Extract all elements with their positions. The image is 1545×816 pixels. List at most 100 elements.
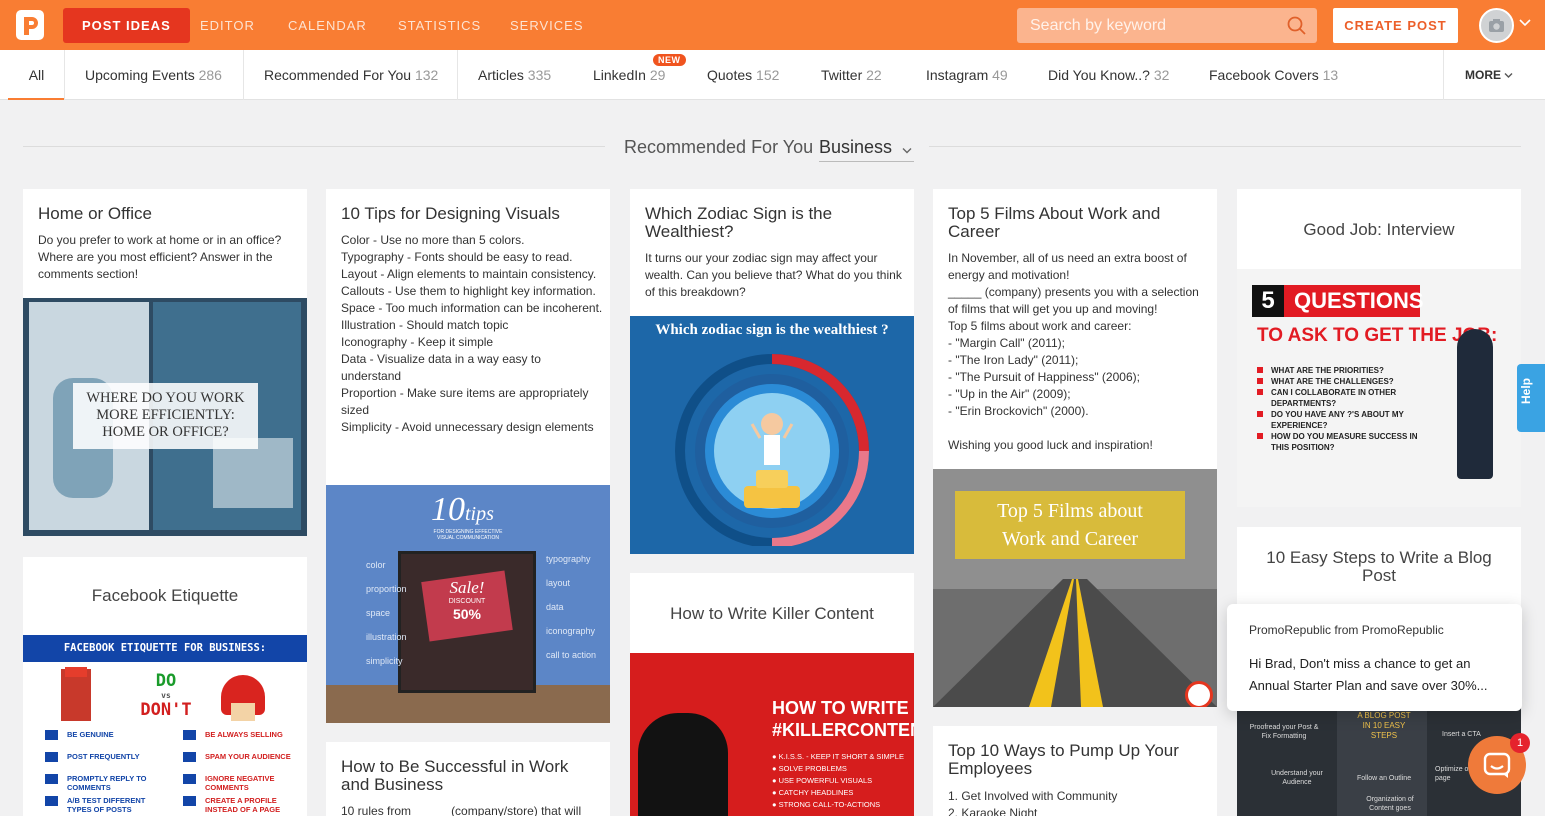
tab-quotes[interactable]: Quotes 152	[707, 50, 779, 100]
list-item: ● SOLVE PROBLEMS	[772, 764, 847, 773]
tab-recommended[interactable]: Recommended For You 132	[264, 50, 438, 100]
bullet-icon	[1257, 433, 1263, 439]
tab-count: 152	[756, 67, 780, 83]
post-card-facebook-etiquette[interactable]: Facebook Etiquette FACEBOOK ETIQUETTE FO…	[23, 557, 307, 816]
list-item: CREATE A PROFILE INSTEAD OF A PAGE	[181, 796, 305, 816]
promorepublic-logo[interactable]	[14, 8, 46, 42]
nav-calendar[interactable]: CALENDAR	[288, 8, 367, 43]
list-item-text: BE ALWAYS SELLING	[205, 730, 283, 739]
image-label: Insert a CTA	[1442, 731, 1481, 738]
thumbs-down-icon	[183, 730, 196, 740]
tab-facebook-covers[interactable]: Facebook Covers 13	[1209, 50, 1338, 100]
category-filter-dropdown[interactable]: Business	[819, 137, 915, 162]
tab-twitter[interactable]: Twitter 22	[821, 50, 882, 100]
search-input[interactable]: Search by keyword	[1017, 8, 1317, 43]
post-card-zodiac[interactable]: Which Zodiac Sign is the Wealthiest? It …	[630, 189, 914, 554]
image-label: Understand your Audience	[1271, 770, 1323, 786]
text-line: Illustration - Should match topic	[341, 318, 509, 332]
tab-count: 49	[992, 67, 1008, 83]
image-headline: A BLOG POST IN 10 EASY STEPS	[1349, 711, 1419, 741]
card-text: 1. Get Involved with Community 2. Karaok…	[948, 788, 1117, 816]
tab-articles[interactable]: Articles 335	[478, 50, 551, 100]
text-line: Typography - Fonts should be easy to rea…	[341, 250, 573, 264]
tab-label: Articles	[478, 67, 524, 83]
promorepublic-logo	[1185, 681, 1213, 707]
search-icon[interactable]	[1287, 16, 1307, 36]
road-graphic	[933, 579, 1217, 707]
list-item-text: DO YOU HAVE ANY ?'S ABOUT MY EXPERIENCE?	[1271, 410, 1404, 430]
image-label: iconography	[546, 626, 596, 636]
chevron-down-icon	[1504, 73, 1513, 78]
avatar[interactable]	[1479, 8, 1514, 43]
post-image: HOW TO WRITE#KILLERCONTENT ● K.I.S.S. - …	[630, 653, 914, 816]
list-item: ● STRONG CALL-TO-ACTIONS	[772, 800, 881, 809]
text-line: Simplicity - Avoid unnecessary design el…	[341, 420, 594, 434]
tab-label: Instagram	[926, 67, 989, 83]
zodiac-wheel-graphic	[675, 354, 869, 546]
chat-icon	[1483, 752, 1511, 778]
text-line: 1. Get Involved with Community	[948, 789, 1118, 803]
headline-line: A BLOG POST	[1357, 711, 1411, 720]
nav-statistics[interactable]: STATISTICS	[398, 8, 481, 43]
post-card-design-tips[interactable]: 10 Tips for Designing Visuals Color - Us…	[326, 189, 610, 723]
text-line: Iconography - Keep it simple	[341, 335, 494, 349]
post-card-killer-content[interactable]: How to Write Killer Content HOW TO WRITE…	[630, 573, 914, 816]
tab-divider	[457, 50, 458, 100]
list-item: WHAT ARE THE PRIORITIES?	[1257, 365, 1437, 376]
help-tab[interactable]: Help	[1517, 364, 1545, 432]
left-labels: color proportion space illustration simp…	[366, 553, 407, 673]
category-tabs: All Upcoming Events 286 Recommended For …	[0, 50, 1545, 100]
tab-instagram[interactable]: Instagram 49	[926, 50, 1008, 100]
post-image: Top 5 Films about Work and Career	[933, 469, 1217, 707]
section-header: Recommended For You Business	[0, 130, 1545, 166]
more-label: MORE	[1465, 68, 1501, 82]
vs-label: vs	[161, 691, 171, 700]
image-list: ● K.I.S.S. - KEEP IT SHORT & SIMPLE ● SO…	[772, 751, 904, 811]
bullet-icon	[1257, 389, 1263, 395]
image-subtitle: FOR DESIGNING EFFECTIVE VISUAL COMMUNICAT…	[418, 529, 518, 541]
image-label: simplicity	[366, 656, 403, 666]
create-post-button[interactable]: CREATE POST	[1333, 8, 1458, 43]
card-title: Which Zodiac Sign is the Wealthiest?	[645, 204, 833, 241]
list-item: ● CATCHY HEADLINES	[772, 788, 854, 797]
tab-upcoming-events[interactable]: Upcoming Events 286	[85, 50, 222, 100]
more-tabs-button[interactable]: MORE	[1465, 50, 1513, 100]
post-card-success[interactable]: How to Be Successful in Work and Busines…	[326, 742, 610, 816]
thumbs-up-icon	[45, 752, 58, 762]
card-title: How to Write Killer Content	[670, 604, 874, 623]
tab-count: 13	[1322, 67, 1339, 83]
nav-editor[interactable]: EDITOR	[200, 8, 255, 43]
text-line: - "The Pursuit of Happiness" (2006);	[948, 370, 1140, 384]
post-card-pump-up[interactable]: Top 10 Ways to Pump Up Your Employees 1.…	[933, 726, 1217, 816]
thumbs-up-icon	[45, 796, 58, 806]
chat-sender: PromoRepublic from PromoRepublic	[1249, 623, 1444, 637]
list-item-text: IGNORE NEGATIVE COMMENTS	[205, 774, 275, 792]
image-label: proportion	[366, 584, 407, 594]
tab-count: 32	[1153, 67, 1170, 83]
card-title: How to Be Successful in Work and Busines…	[341, 757, 569, 794]
thumbs-down-icon	[183, 752, 196, 762]
tab-divider	[64, 50, 65, 100]
nav-services[interactable]: SERVICES	[510, 8, 584, 43]
tab-divider	[1443, 50, 1444, 100]
list-item: IGNORE NEGATIVE COMMENTS	[181, 774, 305, 796]
post-card-interview[interactable]: Good Job: Interview 5 QUESTIONS TO ASK T…	[1237, 189, 1521, 507]
chat-message-text: Hi Brad, Don't miss a chance to get an A…	[1249, 656, 1488, 693]
list-item: HOW DO YOU MEASURE SUCCESS IN THIS POSIT…	[1257, 431, 1437, 453]
do-label: DO	[155, 671, 177, 691]
nav-post-ideas[interactable]: POST IDEAS	[63, 8, 190, 43]
new-badge: NEW	[653, 54, 686, 66]
caption-line: HOME OR OFFICE?	[102, 424, 229, 440]
card-text: Color - Use no more than 5 colors. Typog…	[341, 232, 603, 436]
post-image: WHERE DO YOU WORK MORE EFFICIENTLY: HOME…	[23, 298, 307, 536]
post-card-films[interactable]: Top 5 Films About Work and Career In Nov…	[933, 189, 1217, 707]
text-line: - "The Iron Lady" (2011);	[948, 353, 1079, 367]
post-card-home-office[interactable]: Home or Office Do you prefer to work at …	[23, 189, 307, 536]
thumbs-down-icon	[183, 796, 196, 806]
tab-did-you-know[interactable]: Did You Know..? 32	[1048, 50, 1169, 100]
tab-label: All	[28, 67, 45, 83]
tab-all[interactable]: All	[8, 50, 65, 100]
chat-message-popup[interactable]: PromoRepublic from PromoRepublic Hi Brad…	[1227, 604, 1522, 711]
card-text: In November, all of us need an extra boo…	[948, 250, 1210, 454]
chevron-down-icon[interactable]	[1519, 18, 1531, 28]
